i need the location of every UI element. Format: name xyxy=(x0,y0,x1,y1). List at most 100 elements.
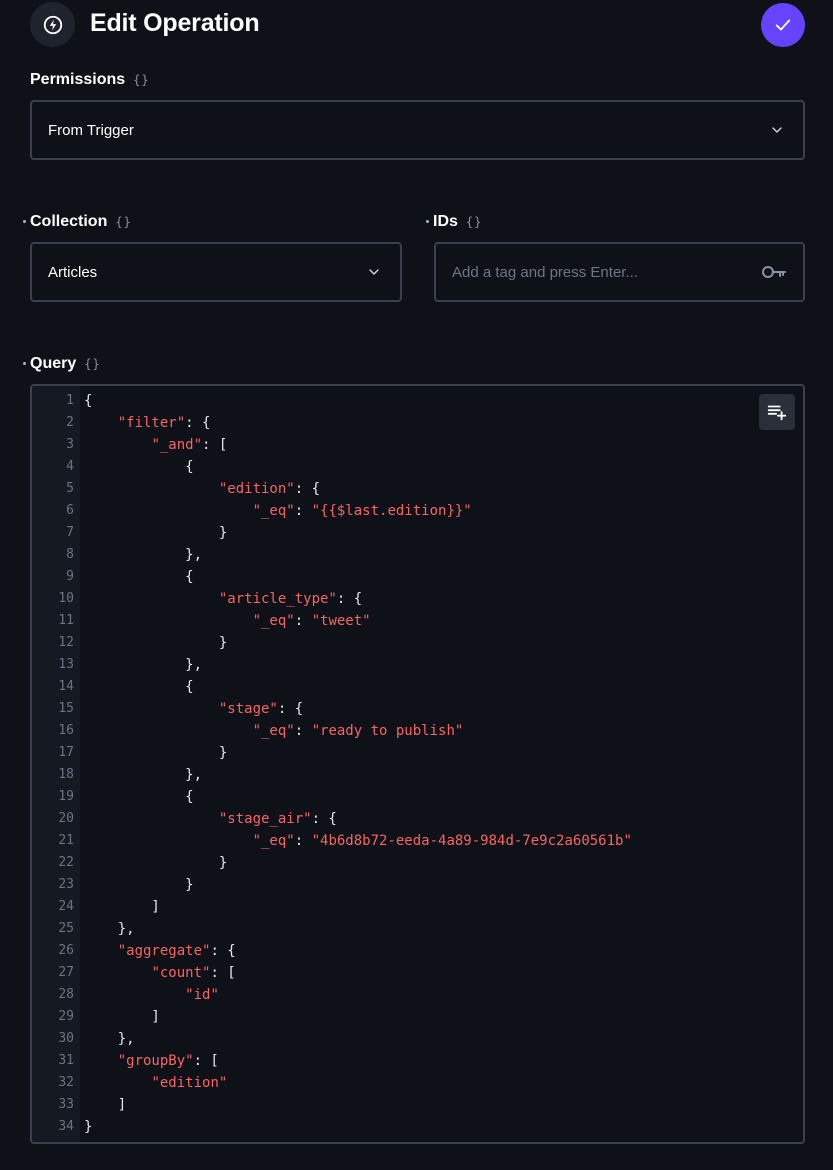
string-token: "edition" xyxy=(151,1075,228,1091)
punctuation-token xyxy=(84,437,151,453)
code-text: ] xyxy=(84,1094,126,1116)
ids-label: IDs {} xyxy=(426,213,482,231)
line-number: 34 xyxy=(58,1119,74,1134)
punctuation-token xyxy=(84,943,118,959)
string-token: "aggregate" xyxy=(117,943,211,959)
collection-select-value: Articles xyxy=(48,263,98,281)
string-token: "_and" xyxy=(151,437,203,453)
string-token: "tweet" xyxy=(311,613,371,629)
line-number: 31 xyxy=(58,1053,74,1068)
code-text: "stage_air": { xyxy=(84,808,337,830)
string-token: "_eq" xyxy=(252,723,295,739)
code-text: }, xyxy=(84,918,135,940)
code-text: "aggregate": { xyxy=(84,940,236,962)
page-title: Edit Operation xyxy=(90,9,260,37)
line-number: 5 xyxy=(66,481,74,496)
format-json-button[interactable] xyxy=(759,394,795,430)
raw-value-toggle-icon[interactable]: {} xyxy=(133,73,149,87)
raw-value-toggle-icon[interactable]: {} xyxy=(115,215,131,229)
string-token: "ready to publish" xyxy=(311,723,464,739)
string-token: "{{$last.edition}}" xyxy=(311,503,472,519)
code-text: }, xyxy=(84,654,202,676)
punctuation-token xyxy=(84,503,253,519)
punctuation-token: : { xyxy=(311,811,337,827)
punctuation-token: : [ xyxy=(193,1053,219,1069)
code-text: "id" xyxy=(84,984,219,1006)
permissions-select[interactable]: From Trigger xyxy=(30,100,805,160)
punctuation-token: } xyxy=(84,525,228,541)
punctuation-token: } xyxy=(84,1119,93,1135)
ids-tag-input-placeholder: Add a tag and press Enter... xyxy=(452,263,638,281)
code-text: { xyxy=(84,566,193,588)
punctuation-token: } xyxy=(84,877,194,893)
line-number: 9 xyxy=(66,569,74,584)
code-text: }, xyxy=(84,1028,135,1050)
code-text: { xyxy=(84,456,194,478)
playlist-add-icon xyxy=(767,405,787,421)
punctuation-token: }, xyxy=(84,767,203,783)
string-token: "filter" xyxy=(117,415,186,431)
punctuation-token: } xyxy=(84,745,228,761)
punctuation-token xyxy=(84,965,151,981)
line-number: 7 xyxy=(66,525,74,540)
line-number: 11 xyxy=(58,613,74,628)
code-text: "edition" xyxy=(84,1072,227,1094)
code-text: } xyxy=(84,632,227,654)
punctuation-token xyxy=(84,1075,151,1091)
line-number: 33 xyxy=(58,1097,74,1112)
punctuation-token xyxy=(84,833,253,849)
code-text: "count": [ xyxy=(84,962,235,984)
line-number: 24 xyxy=(58,899,74,914)
check-icon xyxy=(775,19,791,31)
line-number: 2 xyxy=(66,415,74,430)
line-number: 6 xyxy=(66,503,74,518)
punctuation-token: ] xyxy=(84,1009,160,1025)
required-indicator xyxy=(426,220,429,223)
code-text: } xyxy=(84,874,194,896)
punctuation-token: { xyxy=(84,459,194,475)
chevron-down-icon xyxy=(364,262,384,282)
line-number: 27 xyxy=(58,965,74,980)
line-number: 26 xyxy=(58,943,74,958)
code-text: } xyxy=(84,1116,92,1138)
line-number: 30 xyxy=(58,1031,74,1046)
code-text: "edition": { xyxy=(84,478,320,500)
line-number: 14 xyxy=(58,679,74,694)
line-number: 19 xyxy=(58,789,74,804)
punctuation-token: } xyxy=(84,855,228,871)
save-button[interactable] xyxy=(761,3,805,47)
line-number: 13 xyxy=(58,657,74,672)
code-text: "filter": { xyxy=(84,412,211,434)
punctuation-token xyxy=(84,1053,118,1069)
line-number: 25 xyxy=(58,921,74,936)
punctuation-token: : xyxy=(294,503,312,519)
punctuation-token: : { xyxy=(185,415,211,431)
line-number: 21 xyxy=(58,833,74,848)
line-number: 23 xyxy=(58,877,74,892)
code-text: "_and": [ xyxy=(84,434,227,456)
line-number: 16 xyxy=(58,723,74,738)
raw-value-toggle-icon[interactable]: {} xyxy=(466,215,482,229)
punctuation-token: }, xyxy=(84,921,135,937)
code-text: } xyxy=(84,522,227,544)
punctuation-token: : [ xyxy=(202,437,228,453)
raw-value-toggle-icon[interactable]: {} xyxy=(84,357,100,371)
code-text: "_eq": "{{$last.edition}}" xyxy=(84,500,472,522)
code-text: } xyxy=(84,852,227,874)
code-text: "article_type": { xyxy=(84,588,362,610)
ids-label-text: IDs xyxy=(433,213,458,230)
collection-select[interactable]: Articles xyxy=(30,242,402,302)
punctuation-token: ] xyxy=(84,1097,127,1113)
ids-tag-input[interactable]: Add a tag and press Enter... xyxy=(434,242,805,302)
code-text: ] xyxy=(84,896,159,918)
punctuation-token xyxy=(84,613,253,629)
string-token: "article_type" xyxy=(218,591,337,607)
punctuation-token: { xyxy=(84,789,194,805)
string-token: "_eq" xyxy=(252,613,295,629)
code-text: { xyxy=(84,786,194,808)
required-indicator xyxy=(23,220,26,223)
punctuation-token xyxy=(84,701,219,717)
query-code-editor[interactable]: 1{2 "filter": {3 "_and": [4 {5 "edition"… xyxy=(30,384,805,1144)
code-text: }, xyxy=(84,544,202,566)
punctuation-token: }, xyxy=(84,657,203,673)
